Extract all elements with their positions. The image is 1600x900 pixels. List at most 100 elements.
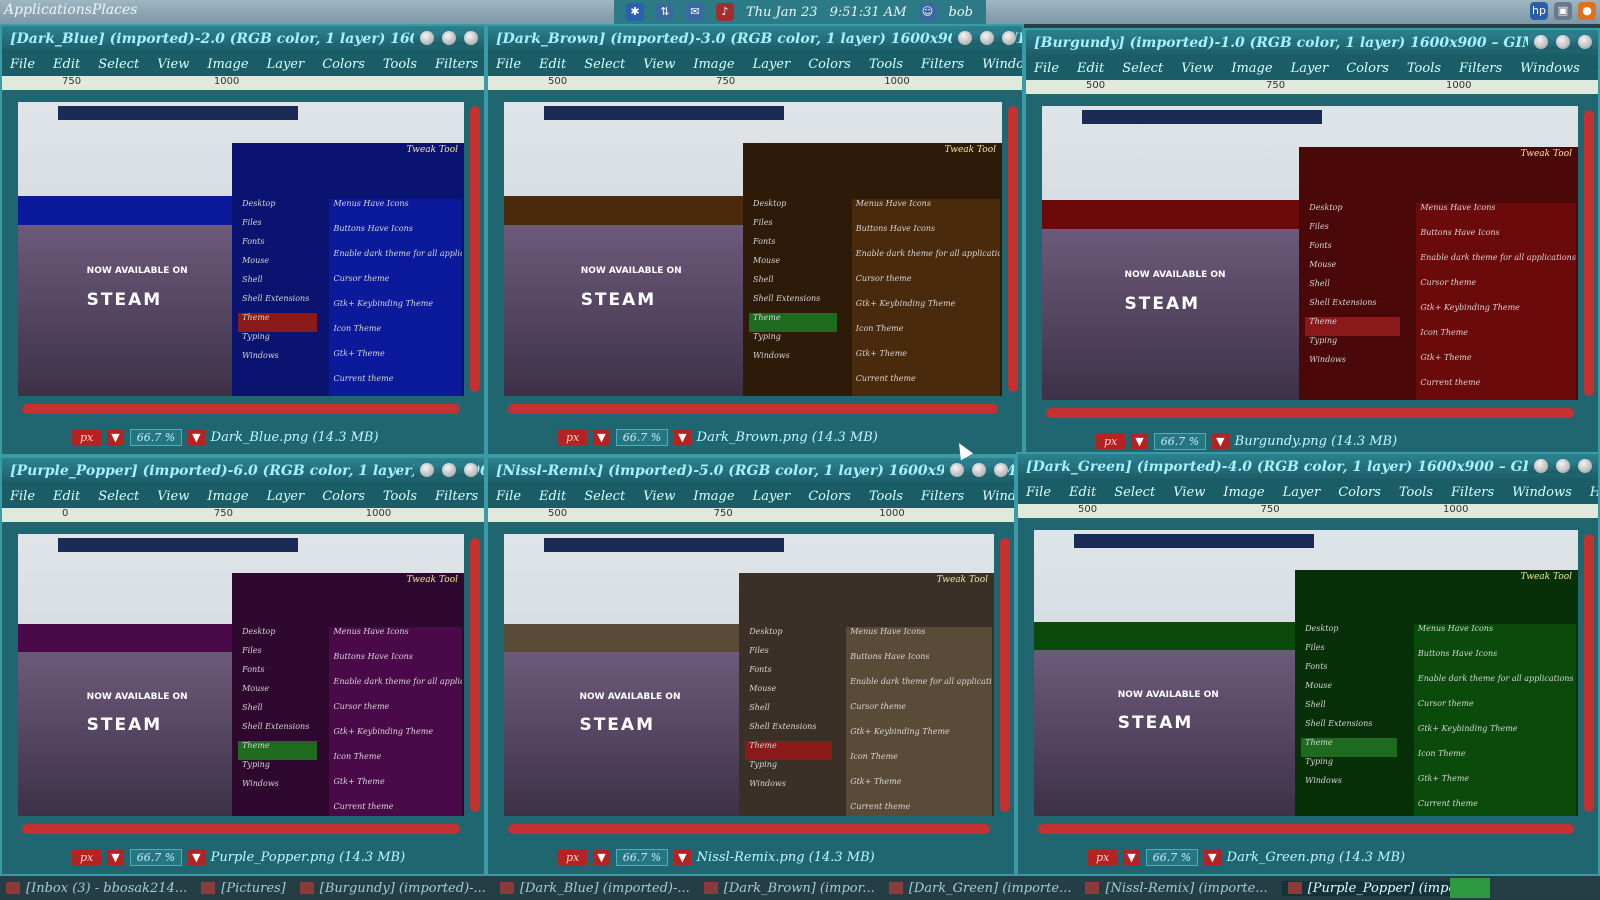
menu-edit[interactable]: Edit <box>1069 485 1096 500</box>
chevron-down-icon[interactable]: ▼ <box>674 849 691 865</box>
menu-select[interactable]: Select <box>584 489 625 504</box>
menu-colors[interactable]: Colors <box>808 57 851 72</box>
close-button[interactable] <box>1578 459 1592 473</box>
hp-icon[interactable]: hp <box>1530 2 1548 20</box>
window-title[interactable]: [Dark_Brown] (imported)-3.0 (RGB color, … <box>488 26 1022 52</box>
unit-select[interactable]: px <box>72 429 102 445</box>
taskbar-item[interactable]: [Dark_Brown] (impor... <box>703 881 875 896</box>
menu-view[interactable]: View <box>1181 61 1213 76</box>
minimize-button[interactable] <box>1534 459 1548 473</box>
horizontal-scrollbar[interactable] <box>1038 824 1574 834</box>
vertical-scrollbar[interactable] <box>1584 534 1594 812</box>
menu-edit[interactable]: Edit <box>1077 61 1104 76</box>
chevron-down-icon[interactable]: ▼ <box>188 849 205 865</box>
minimize-button[interactable] <box>1534 35 1548 49</box>
volume-icon[interactable]: ♪ <box>716 3 734 21</box>
window-title[interactable]: [Burgundy] (imported)-1.0 (RGB color, 1 … <box>1026 30 1598 56</box>
menu-tools[interactable]: Tools <box>1407 61 1441 76</box>
unit-select[interactable]: px <box>558 849 588 865</box>
chevron-down-icon[interactable]: ▼ <box>593 429 610 445</box>
menu-view[interactable]: View <box>643 489 675 504</box>
zoom-field[interactable]: 66.7 % <box>1153 432 1207 450</box>
clock-time[interactable]: 9:51:31 AM <box>830 5 907 20</box>
menu-layer[interactable]: Layer <box>267 57 305 72</box>
taskbar-item[interactable]: [Purple_Popper] (impo... <box>1281 880 1475 896</box>
image-canvas[interactable]: NOW AVAILABLE ON STEAM Tweak Tool Deskto… <box>504 102 1002 396</box>
unit-select[interactable]: px <box>72 849 102 865</box>
menu-select[interactable]: Select <box>1122 61 1163 76</box>
maximize-button[interactable] <box>442 463 456 477</box>
chevron-down-icon[interactable]: ▼ <box>674 429 691 445</box>
chevron-down-icon[interactable]: ▼ <box>1123 849 1140 865</box>
menu-file[interactable]: File <box>1026 485 1051 500</box>
menu-edit[interactable]: Edit <box>53 489 80 504</box>
menu-windows[interactable]: Windows <box>982 57 1022 72</box>
image-canvas[interactable]: NOW AVAILABLE ON STEAM Tweak Tool Deskto… <box>504 534 994 816</box>
minimize-button[interactable] <box>420 463 434 477</box>
menu-select[interactable]: Select <box>1114 485 1155 500</box>
maximize-button[interactable] <box>972 463 986 477</box>
menu-file[interactable]: File <box>1034 61 1059 76</box>
menu-view[interactable]: View <box>157 489 189 504</box>
horizontal-scrollbar[interactable] <box>508 824 990 834</box>
menu-tools[interactable]: Tools <box>869 57 903 72</box>
applications-menu[interactable]: ApplicationsPlaces <box>4 2 137 18</box>
chevron-down-icon[interactable]: ▼ <box>1131 433 1148 449</box>
chat-icon[interactable]: ✉ <box>686 3 704 21</box>
menu-file[interactable]: File <box>10 489 35 504</box>
menu-windows[interactable]: Windows <box>982 489 1014 504</box>
menu-colors[interactable]: Colors <box>322 57 365 72</box>
menu-image[interactable]: Image <box>1223 485 1264 500</box>
taskbar-item[interactable]: [Inbox (3) - bbosak214... <box>6 881 187 896</box>
menu-help[interactable]: Help <box>1590 485 1598 500</box>
menu-tools[interactable]: Tools <box>383 57 417 72</box>
chevron-down-icon[interactable]: ▼ <box>107 849 124 865</box>
gimp-window-1[interactable]: [Dark_Blue] (imported)-2.0 (RGB color, 1… <box>0 24 486 456</box>
menu-select[interactable]: Select <box>584 57 625 72</box>
menu-file[interactable]: File <box>496 489 521 504</box>
menu-tools[interactable]: Tools <box>869 489 903 504</box>
chevron-down-icon[interactable]: ▼ <box>1204 849 1221 865</box>
user-name[interactable]: bob <box>949 5 973 20</box>
close-button[interactable] <box>464 463 478 477</box>
menu-windows[interactable]: Windows <box>1520 61 1580 76</box>
menu-image[interactable]: Image <box>693 57 734 72</box>
menu-file[interactable]: File <box>10 57 35 72</box>
zoom-field[interactable]: 66.7 % <box>129 848 183 866</box>
menu-colors[interactable]: Colors <box>808 489 851 504</box>
bluetooth-icon[interactable]: ✱ <box>626 3 644 21</box>
minimize-button[interactable] <box>950 463 964 477</box>
close-button[interactable] <box>1002 31 1016 45</box>
maximize-button[interactable] <box>1556 35 1570 49</box>
window-title[interactable]: [Nissl-Remix] (imported)-5.0 (RGB color,… <box>488 458 1014 484</box>
window-title[interactable]: [Dark_Blue] (imported)-2.0 (RGB color, 1… <box>2 26 484 52</box>
vertical-scrollbar[interactable] <box>1584 110 1594 396</box>
horizontal-scrollbar[interactable] <box>508 404 998 414</box>
horizontal-scrollbar[interactable] <box>1046 408 1574 418</box>
menu-image[interactable]: Image <box>1231 61 1272 76</box>
minimize-button[interactable] <box>420 31 434 45</box>
menu-file[interactable]: File <box>496 57 521 72</box>
clock-date[interactable]: Thu Jan 23 <box>746 5 818 20</box>
gimp-window-4[interactable]: [Purple_Popper] (imported)-6.0 (RGB colo… <box>0 456 486 876</box>
menu-edit[interactable]: Edit <box>539 57 566 72</box>
menu-windows[interactable]: Windows <box>1512 485 1572 500</box>
image-canvas[interactable]: NOW AVAILABLE ON STEAM Tweak Tool Deskto… <box>18 534 464 816</box>
menu-edit[interactable]: Edit <box>539 489 566 504</box>
horizontal-scrollbar[interactable] <box>22 824 460 834</box>
close-button[interactable] <box>994 463 1008 477</box>
menu-image[interactable]: Image <box>693 489 734 504</box>
menu-view[interactable]: View <box>157 57 189 72</box>
menu-filters[interactable]: Filters <box>1459 61 1502 76</box>
close-button[interactable] <box>1578 35 1592 49</box>
image-canvas[interactable]: NOW AVAILABLE ON STEAM Tweak Tool Deskto… <box>1034 530 1578 816</box>
close-button[interactable] <box>464 31 478 45</box>
maximize-button[interactable] <box>980 31 994 45</box>
menu-layer[interactable]: Layer <box>1283 485 1321 500</box>
maximize-button[interactable] <box>442 31 456 45</box>
menu-filters[interactable]: Filters <box>921 489 964 504</box>
image-canvas[interactable]: NOW AVAILABLE ON STEAM Tweak Tool Deskto… <box>18 102 464 396</box>
menu-select[interactable]: Select <box>98 489 139 504</box>
unit-select[interactable]: px <box>1096 433 1126 449</box>
menu-image[interactable]: Image <box>207 57 248 72</box>
